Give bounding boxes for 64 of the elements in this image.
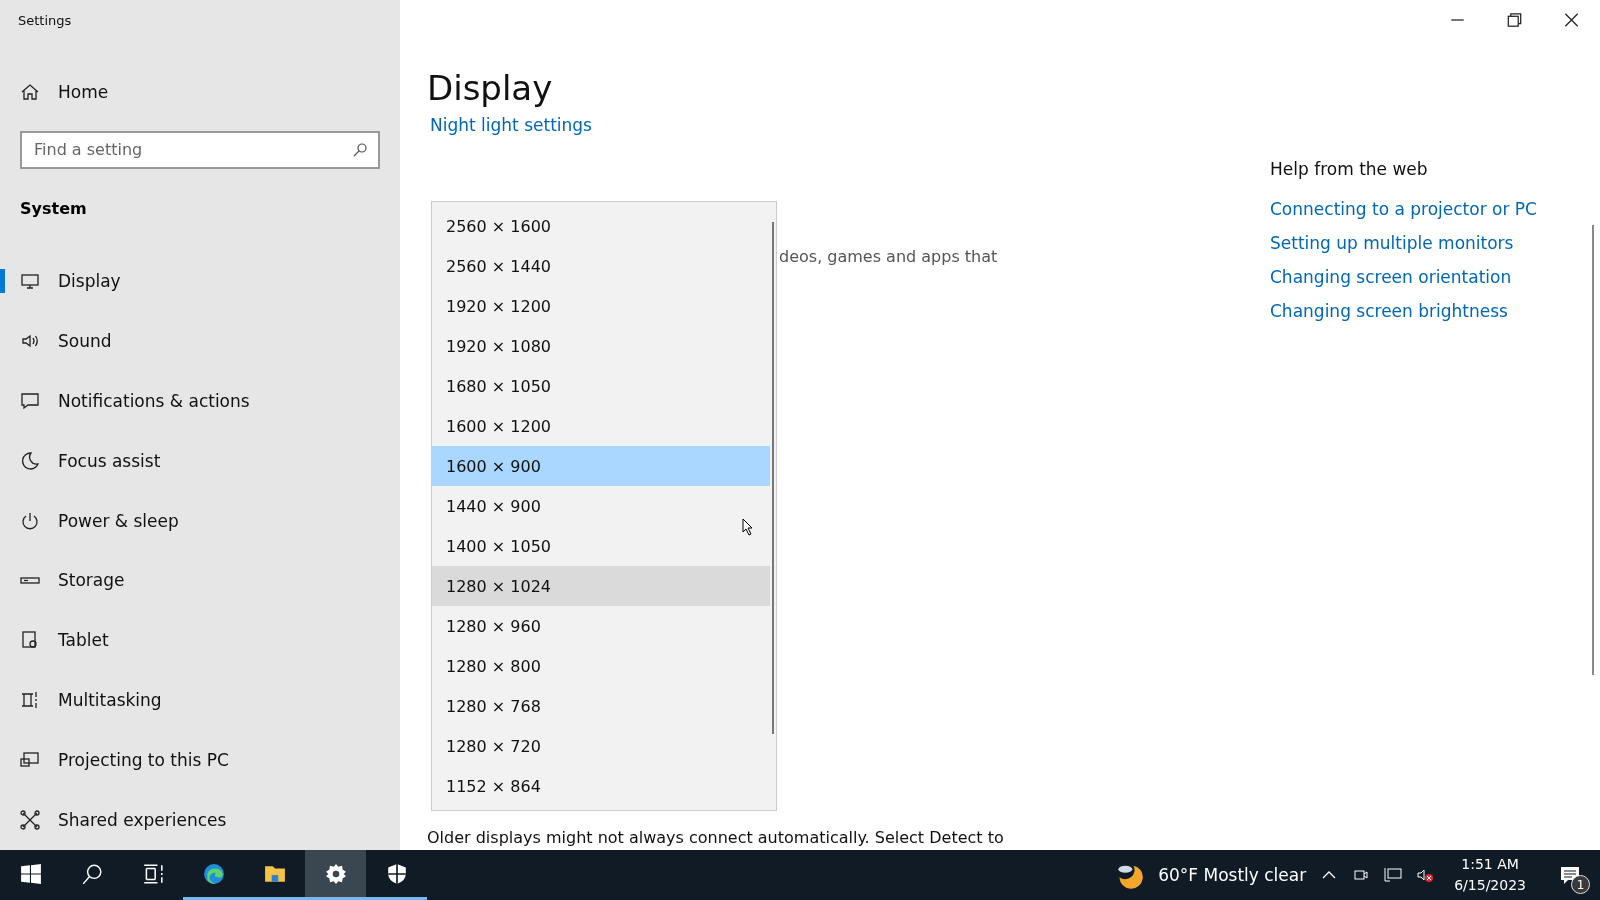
clock[interactable]: 1:51 AM 6/15/2023 [1454, 854, 1526, 896]
settings-taskbar-button[interactable] [305, 850, 366, 900]
scrollbar[interactable] [1592, 225, 1594, 675]
network-monitor-icon[interactable] [1384, 867, 1403, 883]
windows-logo-icon [19, 862, 42, 885]
sidebar-item[interactable]: Storage [0, 550, 400, 611]
sidebar-item[interactable]: Multitasking [0, 670, 400, 731]
sidebar-item[interactable]: Sound [0, 310, 400, 371]
browser-icon [202, 862, 225, 885]
sidebar-item[interactable]: Notifications & actions [0, 370, 400, 431]
night-light-link[interactable]: Night light settings [430, 115, 1270, 135]
resolution-option[interactable]: 1280 × 960 [432, 606, 770, 646]
window-title: Settings [17, 12, 73, 30]
search-field[interactable]: Find a setting [20, 130, 380, 169]
resolution-option[interactable]: 1152 × 864 [432, 766, 770, 806]
mouse-cursor-icon [742, 518, 754, 536]
camera-icon[interactable] [1352, 867, 1371, 883]
help-link[interactable]: Connecting to a projector or PC [1270, 199, 1592, 219]
page-title: Display [427, 68, 554, 108]
section-heading: System [19, 197, 88, 220]
resolution-option[interactable]: 1440 × 900 [432, 486, 770, 526]
scrollbar[interactable] [772, 222, 774, 734]
resolution-option[interactable]: 1280 × 1024 [432, 566, 770, 606]
description-text: Older displays might not always connect automatically. Select Detect to [427, 828, 1005, 848]
time-text: 1:51 AM [1461, 855, 1519, 874]
resolution-option[interactable]: 1920 × 1200 [432, 286, 770, 326]
notifications-button[interactable]: 1 [1540, 850, 1600, 900]
muted-speaker-icon[interactable] [1416, 867, 1435, 883]
help-link[interactable]: Setting up multiple monitors [1270, 233, 1592, 253]
resolution-option[interactable]: 2560 × 1600 [432, 206, 770, 246]
resolution-option[interactable]: 1280 × 800 [432, 646, 770, 686]
sidebar-item[interactable]: Power & sleep [0, 490, 400, 551]
multitask-icon [20, 690, 40, 711]
resolution-option[interactable]: 1600 × 1200 [432, 406, 770, 446]
help-link[interactable]: Changing screen brightness [1270, 301, 1592, 321]
sidebar-item[interactable]: Shared experiences [0, 790, 400, 851]
gear-icon [324, 862, 347, 885]
shield-icon [385, 862, 408, 885]
resolution-option[interactable]: 1920 × 1080 [432, 326, 770, 366]
date-text: 6/15/2023 [1454, 876, 1526, 895]
sidebar-item[interactable]: Display [0, 250, 400, 311]
resolution-option[interactable]: 1400 × 1050 [432, 526, 770, 566]
help-link[interactable]: Changing screen orientation [1270, 267, 1592, 287]
search-icon [80, 862, 103, 885]
share-icon [20, 810, 40, 831]
sidebar-item[interactable]: Focus assist [0, 430, 400, 491]
sidebar-item[interactable]: Tablet [0, 610, 400, 671]
notification-count: 1 [1571, 875, 1590, 894]
task-view-icon [141, 862, 164, 885]
power-icon [20, 510, 40, 531]
search-icon [352, 141, 368, 158]
description-text: deos, games and apps that [779, 247, 999, 266]
message-icon [20, 390, 40, 411]
resolution-option[interactable]: 1600 × 900 [432, 446, 770, 486]
sidebar-item[interactable]: Projecting to this PC [0, 730, 400, 791]
home-link[interactable]: Home [0, 61, 400, 122]
weather-text[interactable]: 60°F Mostly clear [1158, 865, 1307, 885]
resolution-option[interactable]: 1680 × 1050 [432, 366, 770, 406]
tablet-icon [20, 630, 40, 651]
resolution-option[interactable]: 1280 × 720 [432, 726, 770, 766]
resolution-option[interactable]: 2560 × 1440 [432, 246, 770, 286]
resolution-option[interactable]: 1280 × 768 [432, 686, 770, 726]
moon-icon [20, 450, 40, 471]
help-heading: Help from the web [1270, 159, 1429, 179]
